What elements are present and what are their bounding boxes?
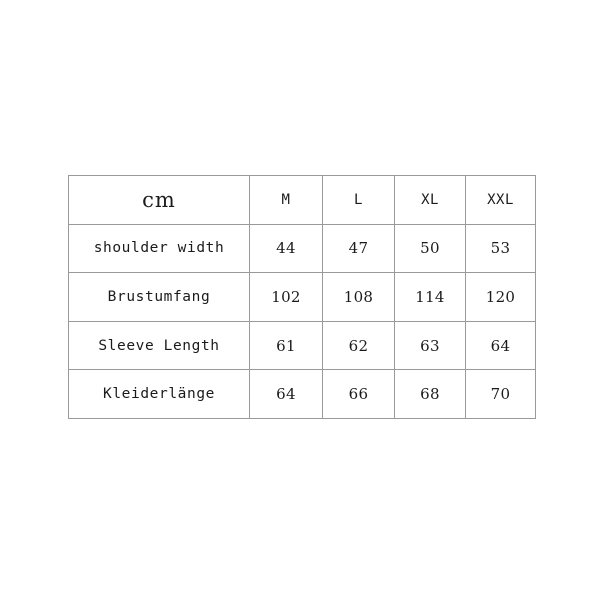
table-row: Sleeve Length 61 62 63 64: [68, 320, 536, 371]
measurement-label-brustumfang: Brustumfang: [68, 272, 250, 322]
size-header-xl: XL: [394, 175, 466, 225]
table-row: Kleiderlänge 64 66 68 70: [68, 369, 536, 419]
table-row: Brustumfang 102 108 114 120: [68, 272, 536, 322]
header-row: cm M L XL XXL: [68, 175, 536, 225]
value-brustumfang-xl: 114: [394, 272, 466, 322]
value-sleeve-length-l: 62: [322, 320, 395, 371]
value-shoulder-width-m: 44: [249, 223, 323, 274]
value-sleeve-length-m: 61: [249, 320, 323, 371]
value-sleeve-length-xl: 63: [394, 320, 466, 371]
size-chart-header: cm M L XL XXL: [68, 175, 536, 225]
size-chart-container: cm M L XL XXL shoulder width 44 47 50 53…: [68, 175, 536, 419]
measurement-label-shoulder-width: shoulder width: [68, 223, 250, 274]
value-shoulder-width-xl: 50: [394, 223, 466, 274]
value-sleeve-length-xxl: 64: [465, 320, 536, 371]
value-kleiderlange-xl: 68: [394, 369, 466, 419]
table-row: shoulder width 44 47 50 53: [68, 223, 536, 274]
size-header-m: M: [249, 175, 323, 225]
value-brustumfang-l: 108: [322, 272, 395, 322]
value-brustumfang-xxl: 120: [465, 272, 536, 322]
size-header-xxl: XXL: [465, 175, 536, 225]
value-shoulder-width-xxl: 53: [465, 223, 536, 274]
value-kleiderlange-l: 66: [322, 369, 395, 419]
value-brustumfang-m: 102: [249, 272, 323, 322]
value-kleiderlange-m: 64: [249, 369, 323, 419]
size-chart-body: shoulder width 44 47 50 53 Brustumfang 1…: [68, 223, 536, 419]
page-canvas: cm M L XL XXL shoulder width 44 47 50 53…: [0, 0, 600, 600]
unit-header-cell: cm: [68, 175, 250, 225]
size-header-l: L: [322, 175, 395, 225]
value-kleiderlange-xxl: 70: [465, 369, 536, 419]
value-shoulder-width-l: 47: [322, 223, 395, 274]
size-chart-table: cm M L XL XXL shoulder width 44 47 50 53…: [68, 175, 536, 419]
measurement-label-kleiderlange: Kleiderlänge: [68, 369, 250, 419]
measurement-label-sleeve-length: Sleeve Length: [68, 320, 250, 371]
